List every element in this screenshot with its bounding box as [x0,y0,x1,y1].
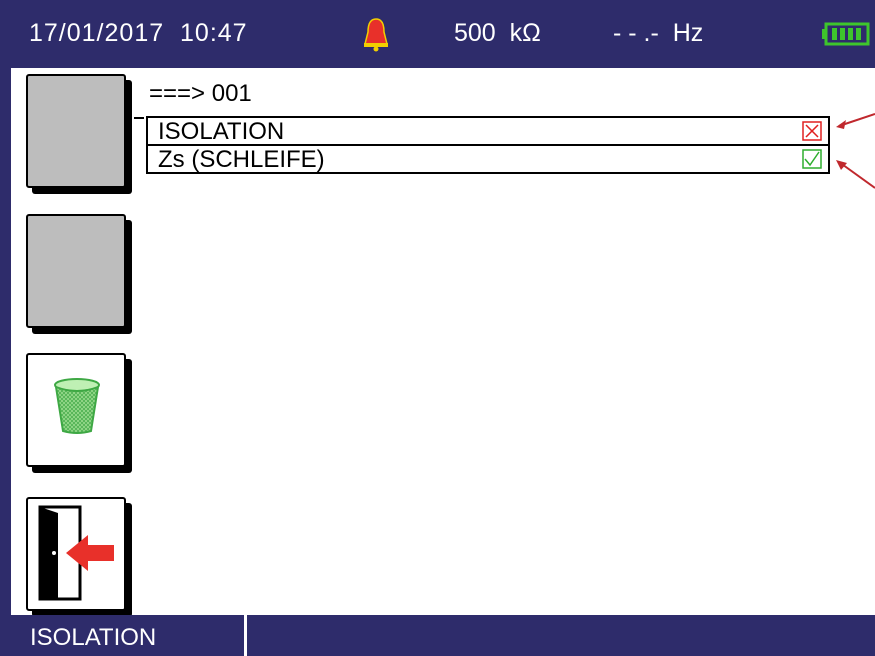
softkey-2[interactable] [26,214,126,328]
test-row-isolation[interactable]: ISOLATION [146,116,830,146]
trash-icon [54,378,100,434]
bell-icon [364,18,388,52]
mode-divider [244,615,247,656]
mode-bar: ISOLATION [0,615,875,656]
frequency-readout: - - .- Hz [613,19,704,47]
test-list: ISOLATION Zs (SCHLEIFE) [146,116,830,174]
device-screen: 17/01/2017 10:47 500 kΩ - - .- Hz ===> 0… [0,0,875,656]
checkbox-cross-icon [802,121,822,141]
status-bar: 17/01/2017 10:47 500 kΩ - - .- Hz [11,0,875,68]
mode-label: ISOLATION [30,624,157,651]
test-row-zs-schleife[interactable]: Zs (SCHLEIFE) [146,144,830,174]
record-pointer: ===> 001 [149,80,252,107]
checkbox-check-icon [802,149,822,169]
test-label: Zs (SCHLEIFE) [158,146,325,173]
exit-button[interactable] [26,497,126,611]
datetime: 17/01/2017 10:47 [29,19,248,47]
delete-button[interactable] [26,353,126,467]
battery-full-icon [822,22,870,46]
resistance-readout: 500 kΩ [454,19,541,47]
callout-arrows [836,113,875,189]
selection-pointer [134,117,144,119]
exit-door-icon [38,505,114,601]
test-label: ISOLATION [158,118,285,145]
softkey-1[interactable] [26,74,126,188]
left-border [0,0,11,656]
